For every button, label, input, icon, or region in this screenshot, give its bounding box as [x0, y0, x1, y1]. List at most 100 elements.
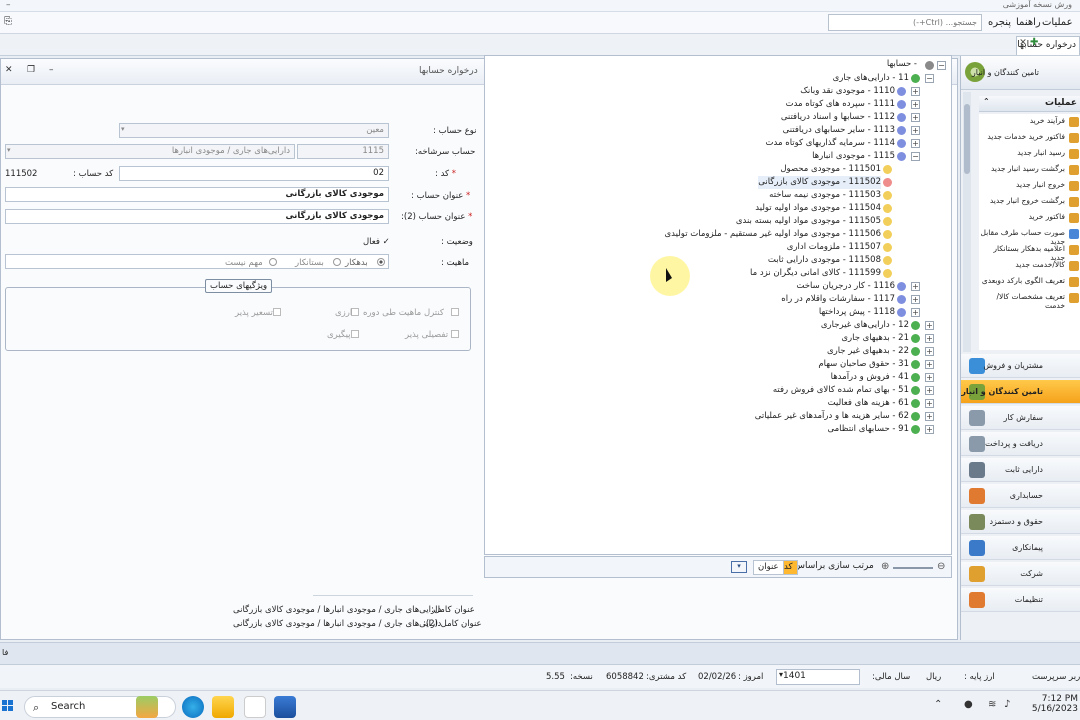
- expand-icon[interactable]: +: [925, 412, 934, 421]
- image-viewer-icon[interactable]: [274, 696, 296, 718]
- followup-checkbox[interactable]: [351, 330, 359, 338]
- expand-icon[interactable]: +: [925, 373, 934, 382]
- window-minimize-icon[interactable]: –: [49, 65, 54, 75]
- expand-icon[interactable]: +: [925, 334, 934, 343]
- detailed-checkbox[interactable]: [451, 330, 459, 338]
- system-clock[interactable]: 7:12 PM 5/16/2023: [1020, 694, 1078, 714]
- tree-node[interactable]: 1118 - پیش پرداختها: [819, 306, 895, 319]
- nav-operation-item[interactable]: کالا/خدمت جدید: [979, 260, 1080, 271]
- module-button[interactable]: شرکت: [961, 562, 1080, 586]
- module-button[interactable]: تنظیمات: [961, 588, 1080, 612]
- tree-node[interactable]: 91 - حسابهای انتظامی: [828, 423, 909, 436]
- parent-name-field[interactable]: دارایی‌های جاری / موجودی انبارها: [5, 144, 295, 159]
- nav-operation-item[interactable]: فاکتور خرید خدمات جدید: [979, 132, 1080, 143]
- menu-help[interactable]: راهنما: [1016, 17, 1041, 28]
- tree-node[interactable]: 111504 - موجودی مواد اولیه تولید: [755, 202, 881, 215]
- expand-icon[interactable]: +: [911, 282, 920, 291]
- nav-operation-item[interactable]: فاکتور خرید: [979, 212, 1080, 223]
- start-icon[interactable]: [2, 700, 14, 712]
- tree-node[interactable]: 1117 - سفارشات واقلام در راه: [781, 293, 895, 306]
- tree-node[interactable]: 61 - هزینه های فعالیت: [828, 397, 909, 410]
- tree-node[interactable]: 1115 - موجودی انبارها: [812, 150, 895, 163]
- tree-node[interactable]: 1111 - سپرده های کوتاه مدت: [786, 98, 895, 111]
- chevron-up-icon[interactable]: ⌃: [934, 699, 942, 710]
- chevron-down-icon[interactable]: ▾: [121, 125, 125, 133]
- tree-node[interactable]: 22 - بدهیهای غیر جاری: [827, 345, 909, 358]
- pin-icon[interactable]: ⎘: [4, 16, 12, 27]
- file-explorer-icon[interactable]: [212, 696, 234, 718]
- tree-node[interactable]: 62 - سایر هزینه ها و درآمدهای غیر عملیات…: [755, 410, 909, 423]
- expand-icon[interactable]: +: [925, 386, 934, 395]
- module-button[interactable]: پیمانکاری: [961, 536, 1080, 560]
- expand-icon[interactable]: +: [925, 360, 934, 369]
- nav-operation-item[interactable]: تعریف الگوی بارکد دوبعدی: [979, 276, 1080, 287]
- nav-section-operations[interactable]: عملیات ⌃: [979, 96, 1080, 112]
- chevron-down-icon[interactable]: ▾: [7, 146, 11, 154]
- nature-credit-radio[interactable]: [333, 258, 341, 266]
- tree-node[interactable]: 1112 - حسابها و اسناد دریافتنی: [781, 111, 895, 124]
- accounting-app-icon[interactable]: [244, 696, 266, 718]
- tree-node[interactable]: 111507 - ملزومات اداری: [787, 241, 881, 254]
- window-restore-icon[interactable]: ❐: [27, 65, 35, 75]
- menu-operations[interactable]: عملیات: [1042, 17, 1073, 28]
- tree-node[interactable]: 111505 - موجودی مواد اولیه بسته بندی: [736, 215, 881, 228]
- nav-operation-item[interactable]: برگشت رسید انبار جدید: [979, 164, 1080, 175]
- tree-node[interactable]: 31 - حقوق صاحبان سهام: [818, 358, 909, 371]
- expand-icon[interactable]: +: [911, 139, 920, 148]
- status-active-check[interactable]: ✓ فعال: [363, 237, 390, 247]
- expand-icon[interactable]: +: [911, 100, 920, 109]
- tree-root[interactable]: - حسابها: [887, 58, 917, 71]
- expand-icon[interactable]: +: [911, 295, 920, 304]
- sort-options-icon[interactable]: ▾: [731, 561, 747, 573]
- zoom-out-icon[interactable]: ⊖: [937, 561, 945, 572]
- account-title2-input[interactable]: موجودی کالای بازرگانی: [5, 209, 389, 224]
- wifi-icon[interactable]: ≋: [988, 699, 996, 710]
- window-control-icon[interactable]: –: [6, 0, 11, 10]
- tree-node[interactable]: 111506 - موجودی مواد اولیه غیر مستقیم - …: [665, 228, 881, 241]
- volume-icon[interactable]: ♪: [1004, 699, 1010, 710]
- edge-browser-icon[interactable]: [182, 696, 204, 718]
- tree-node[interactable]: 111502 - موجودی کالای بازرگانی: [758, 176, 881, 189]
- collapse-icon[interactable]: ⌃: [983, 97, 990, 106]
- module-button[interactable]: حقوق و دستمزد: [961, 510, 1080, 534]
- collapse-icon[interactable]: −: [911, 152, 920, 161]
- parent-code-field[interactable]: 1115: [297, 144, 389, 159]
- tree-node[interactable]: 21 - بدهیهای جاری: [841, 332, 909, 345]
- module-button[interactable]: حسابداری: [961, 484, 1080, 508]
- expand-icon[interactable]: +: [925, 425, 934, 434]
- tree-node[interactable]: 41 - فروش و درآمدها: [831, 371, 909, 384]
- tree-node[interactable]: 111599 - کالای امانی دیگران نزد ما: [750, 267, 881, 280]
- expand-icon[interactable]: +: [925, 399, 934, 408]
- module-button[interactable]: تامین کنندگان و انبار: [961, 380, 1080, 404]
- zoom-in-icon[interactable]: ⊕: [881, 561, 889, 572]
- module-button[interactable]: دریافت و پرداخت: [961, 432, 1080, 456]
- collapse-icon[interactable]: −: [937, 61, 946, 70]
- nav-operation-item[interactable]: خروج انبار جدید: [979, 180, 1080, 191]
- expand-icon[interactable]: +: [911, 126, 920, 135]
- tree-scroll-handle[interactable]: [944, 120, 948, 140]
- nav-operation-item[interactable]: فرآیند خرید: [979, 116, 1080, 127]
- expand-icon[interactable]: +: [911, 113, 920, 122]
- menu-window[interactable]: پنجره: [988, 17, 1011, 28]
- tree-node[interactable]: 1110 - موجودی نقد وبانک: [800, 85, 895, 98]
- revaluation-checkbox[interactable]: [273, 308, 281, 316]
- microphone-icon[interactable]: ●: [964, 699, 973, 710]
- widgets-icon[interactable]: [136, 696, 158, 718]
- control-nature-checkbox[interactable]: [451, 308, 459, 316]
- nature-debit-radio[interactable]: [377, 258, 385, 266]
- nav-operation-item[interactable]: رسید انبار جدید: [979, 148, 1080, 159]
- tree-node[interactable]: 111503 - موجودی نیمه ساخته: [769, 189, 881, 202]
- nature-none-radio[interactable]: [269, 258, 277, 266]
- tree-node[interactable]: 12 - دارایی‌های غیرجاری: [821, 319, 909, 332]
- fiscal-year-select[interactable]: 1401 ▾: [776, 669, 860, 685]
- tab-close-icon[interactable]: ✕: [1018, 38, 1028, 50]
- code-input[interactable]: 02: [119, 166, 389, 181]
- nav-operation-item[interactable]: برگشت خروج انبار جدید: [979, 196, 1080, 207]
- accounts-tree[interactable]: - حسابها −11 - دارایی‌های جاری −1110 - موج…: [484, 55, 952, 555]
- expand-icon[interactable]: +: [911, 308, 920, 317]
- zoom-slider[interactable]: [893, 567, 933, 569]
- expand-icon[interactable]: +: [911, 87, 920, 96]
- nav-scroll-thumb[interactable]: [964, 104, 970, 174]
- module-button[interactable]: سفارش کار: [961, 406, 1080, 430]
- tree-node[interactable]: 111501 - موجودی محصول: [780, 163, 881, 176]
